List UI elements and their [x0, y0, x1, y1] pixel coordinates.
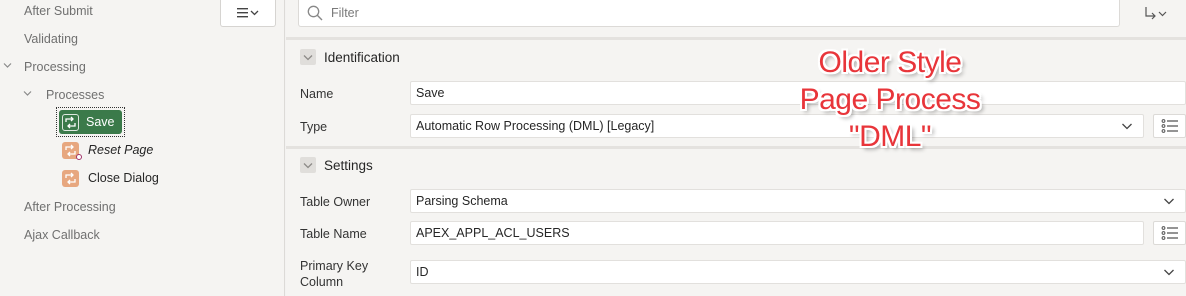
table-name-field[interactable]: APEX_APPL_ACL_USERS: [410, 221, 1144, 245]
list-of-values-icon: [1161, 226, 1178, 240]
chevron-down-icon: [1164, 269, 1174, 276]
condition-indicator-icon: [76, 154, 82, 160]
tree-node-save[interactable]: Save: [59, 110, 122, 134]
tree-node-after-processing[interactable]: After Processing: [24, 196, 116, 218]
tree-menu-button[interactable]: [220, 0, 276, 27]
section-title: Settings: [324, 157, 373, 173]
tree-node-validating[interactable]: Validating: [24, 28, 78, 50]
process-icon: [62, 113, 79, 131]
divider: [286, 146, 1186, 149]
chevron-down-icon: [1122, 123, 1132, 130]
type-label: Type: [300, 120, 328, 134]
table-name-list-of-values-button[interactable]: [1153, 221, 1186, 245]
goto-arrow-icon: [1145, 6, 1167, 19]
chevron-down-icon[interactable]: [3, 62, 12, 69]
go-to-group-button[interactable]: [1137, 0, 1177, 27]
chevron-down-icon: [1164, 198, 1174, 205]
filter-input[interactable]: Filter: [298, 0, 1120, 27]
table-name-label: Table Name: [300, 227, 367, 241]
process-icon: [62, 169, 79, 187]
collapse-toggle-icon[interactable]: [300, 157, 316, 173]
search-icon: [307, 5, 323, 21]
tree-node-close-dialog[interactable]: Close Dialog: [62, 167, 159, 189]
primary-key-column-label: Primary Key Column: [300, 259, 369, 289]
collapse-toggle-icon[interactable]: [300, 49, 316, 65]
property-editor-pane: Filter Identification Name Save Type Aut…: [286, 0, 1186, 296]
table-owner-select[interactable]: Parsing Schema: [410, 189, 1186, 213]
section-settings-header[interactable]: Settings: [286, 150, 1186, 180]
list-of-values-icon: [1161, 119, 1178, 133]
section-identification-header[interactable]: Identification: [286, 42, 1186, 72]
hamburger-menu-icon: [237, 8, 259, 18]
section-title: Identification: [324, 49, 400, 65]
rendering-tree-pane: After Submit Validating Processing Proce…: [0, 0, 285, 296]
name-label: Name: [300, 87, 334, 101]
tree-node-processing[interactable]: Processing: [24, 56, 86, 78]
primary-key-column-select[interactable]: ID: [410, 260, 1186, 284]
tree-node-processes[interactable]: Processes: [46, 84, 104, 106]
tree-node-after-submit[interactable]: After Submit: [24, 0, 93, 22]
table-owner-label: Table Owner: [300, 195, 371, 209]
tree-node-ajax-callback[interactable]: Ajax Callback: [24, 224, 100, 246]
type-list-of-values-button[interactable]: [1153, 114, 1186, 138]
annotation-callout: Older Style Page Process "DML": [799, 46, 981, 153]
chevron-down-icon[interactable]: [23, 90, 32, 97]
divider: [286, 37, 1186, 40]
